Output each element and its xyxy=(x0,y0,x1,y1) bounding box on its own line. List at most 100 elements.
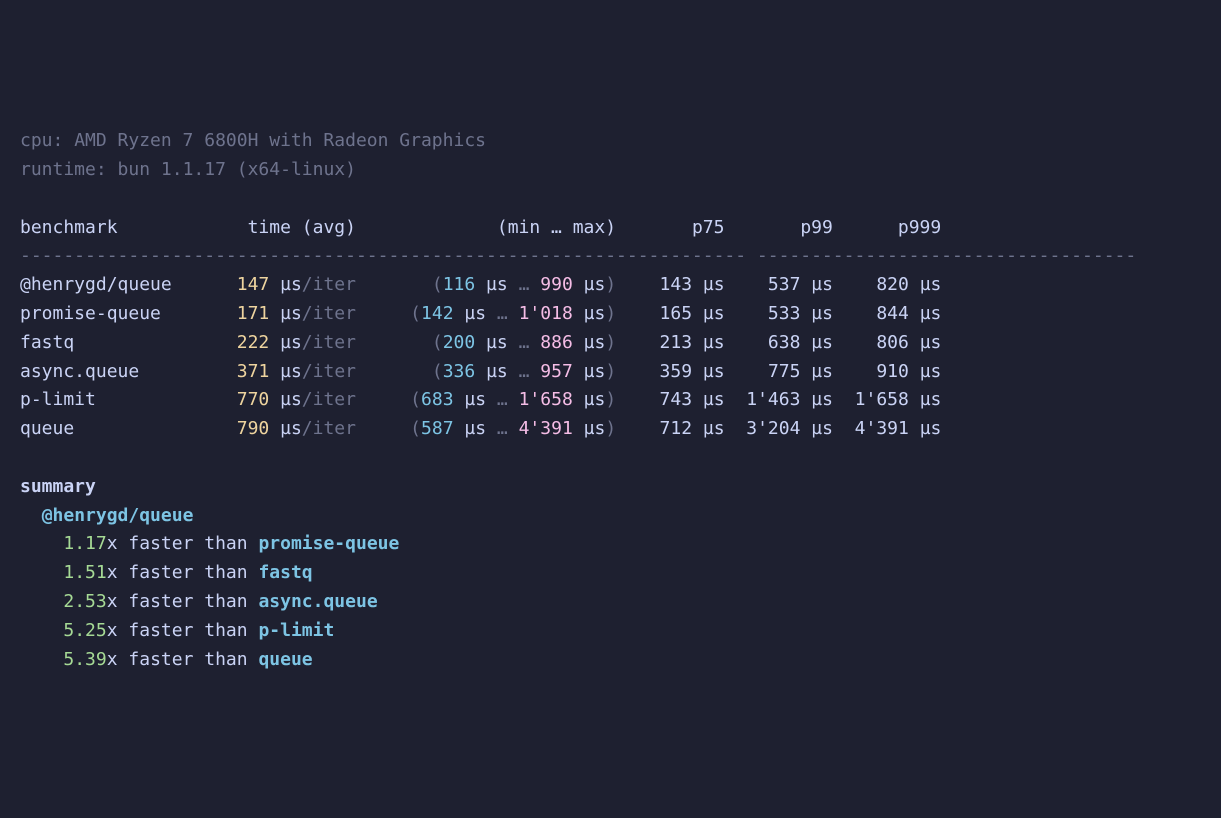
row-min: 142 xyxy=(421,303,454,324)
lparen-icon: ( xyxy=(410,418,421,439)
rparen-icon: ) xyxy=(605,361,616,382)
lparen-icon: ( xyxy=(410,389,421,410)
x-suffix: x xyxy=(107,591,118,612)
row-p99: 3'204 xyxy=(746,418,800,439)
unit: µs xyxy=(464,389,486,410)
summary-title: summary xyxy=(20,476,96,497)
cpu-label: cpu: xyxy=(20,130,74,151)
ellipsis-icon: … xyxy=(519,332,530,353)
col-minmax: (min … max) xyxy=(497,217,616,238)
comp-name: fastq xyxy=(258,562,312,583)
unit: µs xyxy=(486,361,508,382)
row-p75: 712 xyxy=(660,418,693,439)
row-name: @henrygd/queue xyxy=(20,274,172,295)
unit: µs xyxy=(920,303,942,324)
unit: µs xyxy=(280,274,302,295)
row-p75: 143 xyxy=(660,274,693,295)
unit: µs xyxy=(703,274,725,295)
iter: /iter xyxy=(302,418,356,439)
rparen-icon: ) xyxy=(605,332,616,353)
iter: /iter xyxy=(302,303,356,324)
row-avg: 371 xyxy=(237,361,270,382)
terminal-output: cpu: AMD Ryzen 7 6800H with Radeon Graph… xyxy=(20,127,1201,674)
unit: µs xyxy=(811,332,833,353)
row-p75: 213 xyxy=(660,332,693,353)
unit: µs xyxy=(584,332,606,353)
unit: µs xyxy=(920,332,942,353)
row-p99: 638 xyxy=(768,332,801,353)
runtime-label: runtime: xyxy=(20,159,118,180)
unit: µs xyxy=(280,303,302,324)
unit: µs xyxy=(811,274,833,295)
row-p999: 4'391 xyxy=(855,418,909,439)
factor: 2.53 xyxy=(63,591,106,612)
unit: µs xyxy=(811,389,833,410)
unit: µs xyxy=(920,274,942,295)
row-max: 886 xyxy=(540,332,573,353)
row-avg: 222 xyxy=(237,332,270,353)
row-avg: 147 xyxy=(237,274,270,295)
ellipsis-icon: … xyxy=(497,418,508,439)
comp-name: promise-queue xyxy=(258,533,399,554)
unit: µs xyxy=(920,418,942,439)
factor: 5.25 xyxy=(63,620,106,641)
unit: µs xyxy=(464,418,486,439)
unit: µs xyxy=(584,303,606,324)
row-max: 990 xyxy=(540,274,573,295)
x-suffix: x xyxy=(107,620,118,641)
ellipsis-icon: … xyxy=(497,389,508,410)
iter: /iter xyxy=(302,389,356,410)
row-max: 957 xyxy=(540,361,573,382)
row-min: 336 xyxy=(443,361,476,382)
faster-than: faster than xyxy=(118,620,259,641)
row-p99: 533 xyxy=(768,303,801,324)
rparen-icon: ) xyxy=(605,274,616,295)
summary-winner: @henrygd/queue xyxy=(42,505,194,526)
row-min: 200 xyxy=(443,332,476,353)
row-min: 587 xyxy=(421,418,454,439)
unit: µs xyxy=(811,361,833,382)
unit: µs xyxy=(464,303,486,324)
row-p99: 537 xyxy=(768,274,801,295)
iter: /iter xyxy=(302,361,356,382)
x-suffix: x xyxy=(107,562,118,583)
ellipsis-icon: … xyxy=(519,361,530,382)
row-p75: 165 xyxy=(660,303,693,324)
row-p999: 1'658 xyxy=(855,389,909,410)
unit: µs xyxy=(486,332,508,353)
ellipsis-icon: … xyxy=(497,303,508,324)
iter: /iter xyxy=(302,332,356,353)
lparen-icon: ( xyxy=(410,303,421,324)
row-name: promise-queue xyxy=(20,303,161,324)
unit: µs xyxy=(811,303,833,324)
row-name: fastq xyxy=(20,332,74,353)
row-max: 4'391 xyxy=(519,418,573,439)
unit: µs xyxy=(584,389,606,410)
col-p999: p999 xyxy=(898,217,941,238)
row-p999: 910 xyxy=(876,361,909,382)
row-max: 1'018 xyxy=(519,303,573,324)
unit: µs xyxy=(703,361,725,382)
lparen-icon: ( xyxy=(432,361,443,382)
unit: µs xyxy=(584,361,606,382)
runtime-value: bun 1.1.17 (x64-linux) xyxy=(118,159,356,180)
x-suffix: x xyxy=(107,533,118,554)
row-p999: 820 xyxy=(876,274,909,295)
factor: 1.17 xyxy=(63,533,106,554)
comp-name: p-limit xyxy=(258,620,334,641)
row-name: async.queue xyxy=(20,361,139,382)
unit: µs xyxy=(703,389,725,410)
rparen-icon: ) xyxy=(605,303,616,324)
unit: µs xyxy=(703,332,725,353)
row-p99: 775 xyxy=(768,361,801,382)
faster-than: faster than xyxy=(118,591,259,612)
unit: µs xyxy=(920,361,942,382)
col-time: time (avg) xyxy=(248,217,356,238)
cpu-value: AMD Ryzen 7 6800H with Radeon Graphics xyxy=(74,130,486,151)
unit: µs xyxy=(280,389,302,410)
unit: µs xyxy=(920,389,942,410)
ellipsis-icon: … xyxy=(519,274,530,295)
unit: µs xyxy=(584,418,606,439)
unit: µs xyxy=(703,303,725,324)
unit: µs xyxy=(703,418,725,439)
